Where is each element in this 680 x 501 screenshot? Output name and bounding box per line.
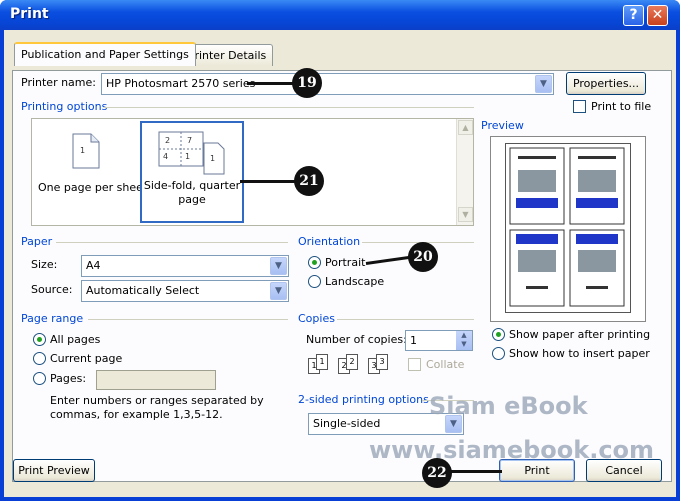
svg-text:7: 7 <box>187 136 192 145</box>
svg-text:1: 1 <box>185 152 190 161</box>
source-label: Source: <box>31 283 73 296</box>
preview-thumbnail-icon <box>509 147 625 307</box>
stepper-down-icon[interactable]: ▼ <box>456 340 472 349</box>
number-of-copies-label: Number of copies: <box>306 333 407 346</box>
callout-line <box>448 470 502 473</box>
scrollbar[interactable]: ▲ ▼ <box>456 119 473 225</box>
watermark-url: www.siamebook.com <box>369 436 655 464</box>
close-button[interactable]: ✕ <box>647 5 668 26</box>
dialog-client: Publication and Paper Settings Printer D… <box>4 30 676 497</box>
paper-size-value: A4 <box>86 259 101 272</box>
help-button[interactable]: ? <box>623 5 644 26</box>
show-paper-radio[interactable] <box>492 328 505 341</box>
callout-badge-22: 22 <box>422 458 452 488</box>
print-to-file-label: Print to file <box>591 100 652 113</box>
orientation-heading: Orientation <box>298 235 361 248</box>
scroll-down-icon[interactable]: ▼ <box>458 207 473 222</box>
stepper-up-icon[interactable]: ▲ <box>456 331 472 340</box>
divider <box>104 107 474 108</box>
collate-pages-icon: 1 1 2 2 3 3 <box>308 354 394 378</box>
page-range-heading: Page range <box>21 312 84 325</box>
chevron-down-icon[interactable]: ▼ <box>270 257 287 275</box>
svg-text:1: 1 <box>210 154 215 163</box>
preview-heading: Preview <box>481 119 524 132</box>
portrait-radio[interactable] <box>308 256 321 269</box>
printing-options-list: 1 One page per sheet 4 1 2 7 1 Side-fold… <box>31 118 474 226</box>
folded-page-icon: 4 1 2 7 1 <box>158 131 225 175</box>
option-label: One page per sheet <box>38 181 148 194</box>
callout-badge-20: 20 <box>408 242 438 272</box>
copies-value: 1 <box>410 334 417 347</box>
pages-label: Pages: <box>50 372 87 385</box>
pages-radio[interactable] <box>33 372 46 385</box>
preview-pane <box>490 136 646 322</box>
print-dialog: Print ? ✕ Publication and Paper Settings… <box>0 0 680 501</box>
window-title: Print <box>10 6 49 22</box>
all-pages-radio[interactable] <box>33 333 46 346</box>
printer-name-value: HP Photosmart 2570 series <box>106 77 256 90</box>
printing-options-heading: Printing options <box>21 100 108 113</box>
show-insert-radio[interactable] <box>492 347 505 360</box>
chevron-down-icon[interactable]: ▼ <box>270 282 287 300</box>
title-bar[interactable]: Print ? ✕ <box>0 0 680 30</box>
watermark-title: Siam eBook <box>429 392 588 420</box>
collate-checkbox[interactable] <box>408 358 421 371</box>
option-side-fold-quarter-page[interactable]: 4 1 2 7 1 Side-fold, quarter page <box>140 121 244 223</box>
paper-size-select[interactable]: A4 ▼ <box>81 255 289 277</box>
callout-line <box>247 82 295 85</box>
svg-text:4: 4 <box>163 152 168 161</box>
printer-name-select[interactable]: HP Photosmart 2570 series ▼ <box>101 73 554 95</box>
print-preview-button[interactable]: Print Preview <box>13 459 95 482</box>
tab-publication-settings[interactable]: Publication and Paper Settings <box>14 42 196 66</box>
two-sided-heading: 2-sided printing options <box>298 393 429 406</box>
option-label: Side-fold, quarter page <box>143 179 241 206</box>
paper-source-value: Automatically Select <box>86 284 200 297</box>
callout-badge-19: 19 <box>292 68 322 98</box>
landscape-radio[interactable] <box>308 275 321 288</box>
two-sided-value: Single-sided <box>313 417 381 430</box>
option-one-page-per-sheet[interactable]: 1 One page per sheet <box>36 123 148 221</box>
copies-input[interactable]: 1 ▲ ▼ <box>405 330 473 351</box>
print-to-file-checkbox[interactable] <box>573 100 586 113</box>
collate-page-2b: 2 <box>346 354 358 370</box>
scroll-up-icon[interactable]: ▲ <box>458 120 473 135</box>
collate-page-3b: 3 <box>376 354 388 370</box>
properties-button[interactable]: Properties... <box>566 72 646 95</box>
paper-heading: Paper <box>21 235 53 248</box>
show-paper-label: Show paper after printing <box>509 328 651 341</box>
chevron-down-icon[interactable]: ▼ <box>535 75 552 93</box>
collate-label: Collate <box>426 358 465 371</box>
divider <box>56 242 288 243</box>
page-range-hint: Enter numbers or ranges separated by com… <box>50 394 264 421</box>
paper-source-select[interactable]: Automatically Select ▼ <box>81 280 289 302</box>
all-pages-label: All pages <box>50 333 101 346</box>
divider <box>88 319 288 320</box>
size-label: Size: <box>31 258 58 271</box>
svg-text:2: 2 <box>165 136 170 145</box>
pages-input[interactable] <box>96 370 216 390</box>
callout-badge-21: 21 <box>294 166 324 196</box>
preview-page <box>505 143 631 313</box>
current-page-label: Current page <box>50 352 123 365</box>
collate-page-1b: 1 <box>316 354 328 370</box>
landscape-label: Landscape <box>325 275 385 288</box>
current-page-radio[interactable] <box>33 352 46 365</box>
page-icon: 1 <box>72 133 100 169</box>
portrait-label: Portrait <box>325 256 366 269</box>
callout-line <box>240 180 298 183</box>
copies-heading: Copies <box>298 312 335 325</box>
divider <box>337 319 474 320</box>
printer-name-label: Printer name: <box>21 76 96 89</box>
copies-stepper[interactable]: ▲ ▼ <box>456 331 472 350</box>
show-insert-label: Show how to insert paper <box>509 347 650 360</box>
svg-text:1: 1 <box>80 146 85 155</box>
